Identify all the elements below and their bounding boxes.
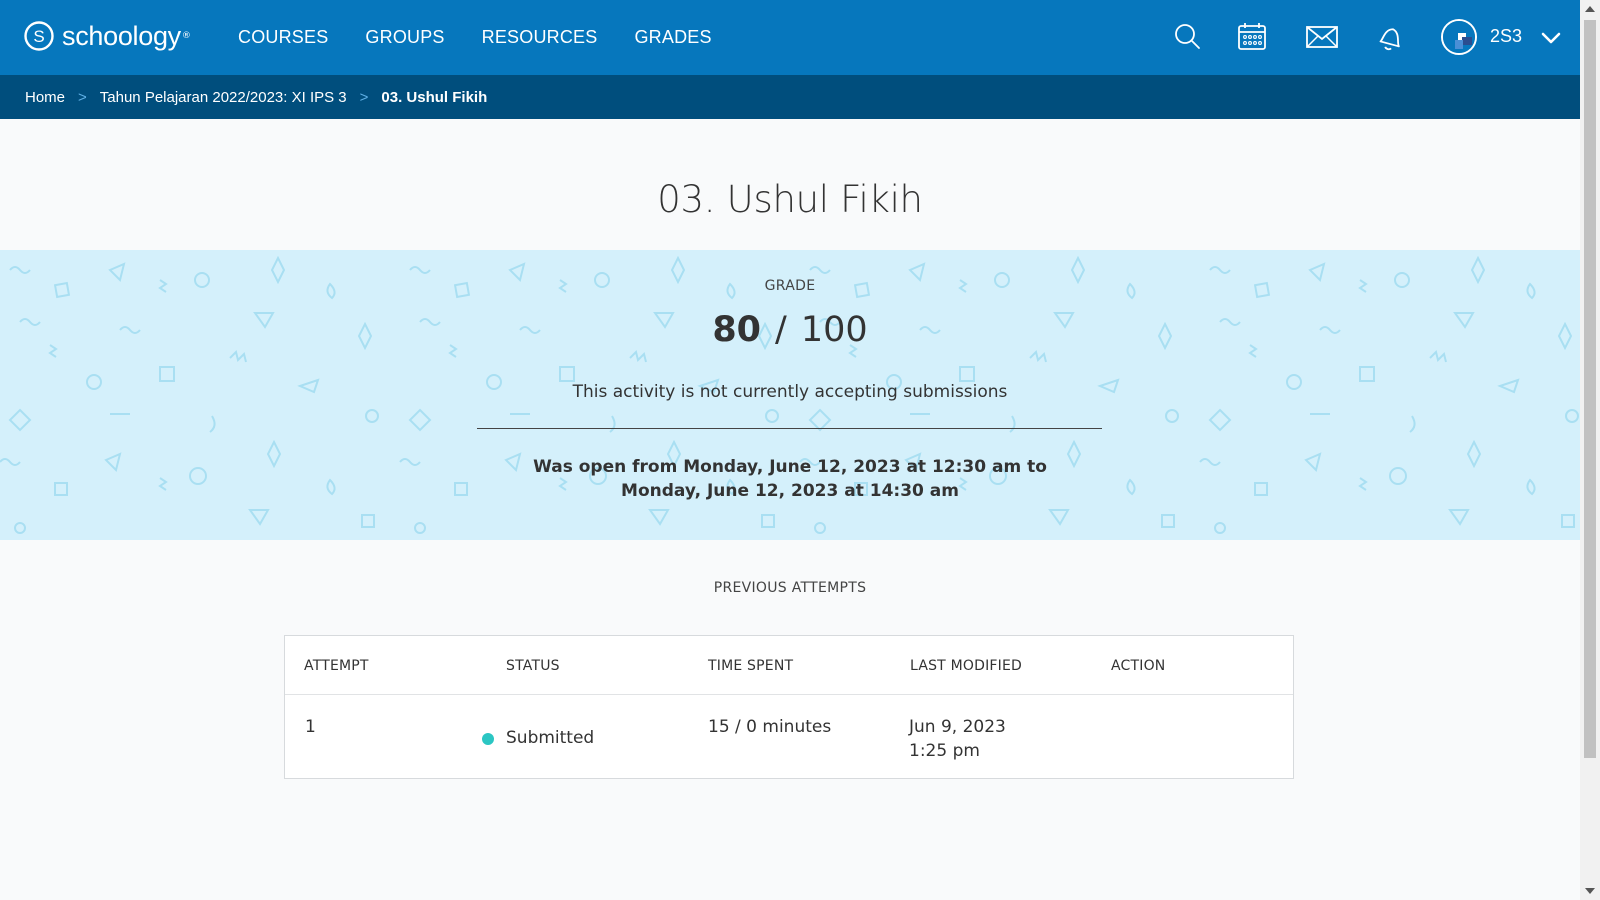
status-indicator-dot — [482, 733, 494, 745]
nav-courses[interactable]: COURSES — [238, 27, 328, 48]
grade-separator: / — [775, 310, 787, 350]
page-title: 03. Ushul Fikih — [657, 178, 923, 221]
schoology-logo[interactable]: S schoology ® — [24, 18, 191, 54]
scroll-up-arrow-icon[interactable] — [1585, 6, 1595, 12]
svg-text:S: S — [33, 27, 44, 46]
column-header-attempt: ATTEMPT — [304, 658, 369, 674]
column-header-action: ACTION — [1111, 658, 1166, 674]
previous-attempts-heading: PREVIOUS ATTEMPTS — [713, 580, 867, 596]
user-name[interactable]: 2S3 — [1490, 26, 1522, 47]
breadcrumb-separator: > — [359, 88, 369, 106]
schoology-logo-icon: S — [24, 21, 54, 51]
page-scrollbar[interactable] — [1580, 0, 1600, 900]
mail-icon[interactable] — [1304, 19, 1340, 55]
column-header-last-modified: LAST MODIFIED — [910, 658, 1023, 674]
column-header-time-spent: TIME SPENT — [708, 658, 794, 674]
scroll-down-arrow-icon[interactable] — [1585, 888, 1595, 894]
nav-groups[interactable]: GROUPS — [365, 27, 444, 48]
availability-window: Was open from Monday, June 12, 2023 at 1… — [533, 457, 1047, 501]
attempts-table: ATTEMPT STATUS TIME SPENT LAST MODIFIED … — [284, 635, 1294, 779]
column-header-status: STATUS — [506, 658, 560, 674]
trademark-symbol: ® — [181, 31, 191, 41]
top-navigation-bar: S schoology ® COURSES GROUPS RESOURCES G… — [0, 0, 1580, 75]
breadcrumb-separator: > — [78, 88, 87, 106]
nav-grades[interactable]: GRADES — [634, 27, 711, 48]
grade-label: GRADE — [764, 278, 816, 294]
attempt-status: Submitted — [506, 728, 595, 748]
chevron-down-icon[interactable] — [1539, 28, 1563, 48]
attempt-last-modified-time: 1:25 pm — [909, 741, 980, 761]
attempt-time-spent: 15 / 0 minutes — [708, 717, 832, 737]
attempt-last-modified-date: Jun 9, 2023 — [909, 717, 1006, 737]
schoology-wordmark: schoology — [62, 21, 181, 51]
breadcrumb-home[interactable]: Home — [25, 89, 65, 106]
grade-earned: 80 — [712, 310, 762, 350]
scrollbar-thumb[interactable] — [1584, 20, 1596, 758]
search-icon[interactable] — [1170, 19, 1206, 55]
breadcrumb-course[interactable]: Tahun Pelajaran 2022/2023: XI IPS 3 — [100, 89, 347, 106]
main-nav-links: COURSES GROUPS RESOURCES GRADES — [238, 0, 749, 75]
attempt-number: 1 — [305, 717, 316, 737]
table-header-divider — [285, 694, 1293, 695]
breadcrumb-current: 03. Ushul Fikih — [381, 88, 488, 106]
bell-icon[interactable] — [1373, 19, 1409, 55]
submission-status-note: This activity is not currently accepting… — [572, 382, 1008, 402]
breadcrumb: Home > Tahun Pelajaran 2022/2023: XI IPS… — [0, 75, 1580, 119]
user-avatar[interactable] — [1441, 19, 1477, 55]
divider — [477, 428, 1102, 429]
avatar-image — [1443, 21, 1475, 53]
calendar-icon[interactable] — [1234, 19, 1270, 55]
nav-resources[interactable]: RESOURCES — [482, 27, 598, 48]
grade-score: 80 / 100 — [0, 310, 1580, 350]
grade-total: 100 — [800, 310, 868, 350]
